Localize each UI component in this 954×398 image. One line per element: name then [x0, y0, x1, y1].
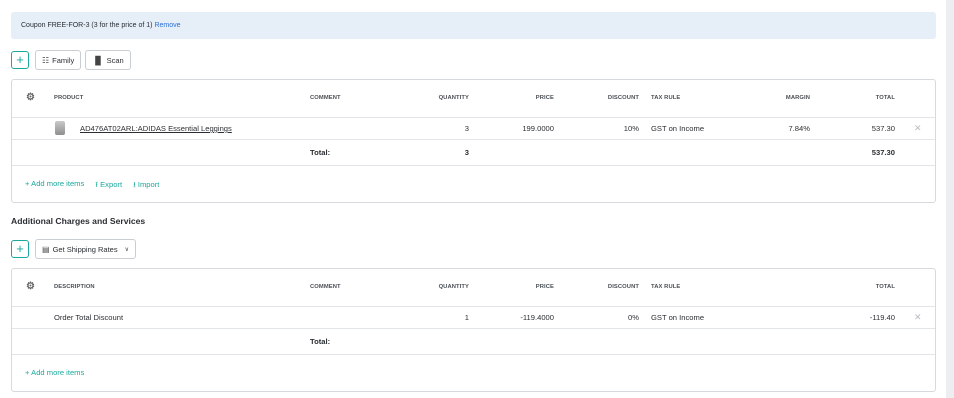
header-discount: DISCOUNT	[607, 284, 639, 290]
charges-footer: + Add more items	[25, 368, 84, 377]
family-button[interactable]: ☷ Family	[35, 50, 82, 70]
family-icon: ☷	[42, 55, 50, 65]
export-link[interactable]: ⭱ Export	[95, 179, 122, 192]
totals-total: 537.30	[871, 148, 895, 157]
row-discount[interactable]: 0%	[579, 313, 639, 322]
scrollbar[interactable]	[946, 0, 954, 398]
header-margin: MARGIN	[785, 95, 810, 101]
coupon-remove-link[interactable]: Remove	[154, 22, 180, 29]
scan-button[interactable]: ▐▌ Scan	[85, 50, 131, 70]
import-label: Import	[137, 180, 160, 189]
section-title: Additional Charges and Services	[11, 216, 146, 226]
header-tax-rule: TAX RULE	[651, 95, 681, 101]
header-description: DESCRIPTION	[54, 284, 95, 290]
items-toolbar: + ☷ Family ▐▌ Scan	[11, 50, 131, 70]
header-quantity: QUANTITY	[438, 95, 469, 101]
header-comment: COMMENT	[310, 284, 341, 290]
row-margin: 7.84%	[788, 124, 810, 133]
header-comment: COMMENT	[310, 95, 341, 101]
header-price: PRICE	[535, 95, 554, 101]
totals-label: Total:	[310, 148, 331, 157]
charges-table: ⚙ DESCRIPTION COMMENT QUANTITY PRICE DIS…	[11, 268, 936, 392]
row-price[interactable]: 199.0000	[494, 124, 554, 133]
add-more-charges-link[interactable]: + Add more items	[25, 368, 84, 377]
gear-icon[interactable]: ⚙	[26, 92, 35, 103]
close-icon[interactable]: ✕	[914, 123, 922, 134]
barcode-icon: ▐▌	[92, 55, 104, 65]
totals-quantity: 3	[464, 148, 469, 157]
row-discount[interactable]: 10%	[579, 124, 639, 133]
coupon-banner: Coupon FREE-FOR-3 (3 for the price of 1)…	[11, 12, 936, 39]
shipping-label: Get Shipping Rates	[52, 244, 118, 254]
scan-label: Scan	[106, 55, 124, 65]
import-icon: ⭳	[133, 180, 136, 189]
add-item-button[interactable]: +	[11, 51, 29, 69]
product-link[interactable]: AD476AT02ARL:ADIDAS Essential Leggings	[80, 124, 232, 133]
coupon-text: Coupon FREE-FOR-3 (3 for the price of 1)	[21, 22, 153, 29]
add-charge-button[interactable]: +	[11, 240, 29, 258]
totals-label: Total:	[310, 337, 331, 346]
row-quantity[interactable]: 1	[409, 313, 469, 322]
header-tax-rule: TAX RULE	[651, 284, 681, 290]
calendar-icon: ▤	[42, 244, 50, 254]
family-label: Family	[52, 55, 75, 65]
items-table: ⚙ PRODUCT COMMENT QUANTITY PRICE DISCOUN…	[11, 79, 936, 203]
row-tax-rule[interactable]: GST on Income	[651, 124, 704, 133]
header-quantity: QUANTITY	[438, 284, 469, 290]
row-quantity[interactable]: 3	[409, 124, 469, 133]
row-description[interactable]: Order Total Discount	[54, 313, 123, 322]
export-label: Export	[100, 180, 123, 189]
row-total: -119.40	[869, 313, 895, 322]
header-price: PRICE	[535, 284, 554, 290]
items-footer: + Add more items ⭱ Export ⭳ Import	[25, 179, 159, 192]
row-tax-rule[interactable]: GST on Income	[651, 313, 704, 322]
row-total: 537.30	[871, 124, 895, 133]
get-shipping-rates-button[interactable]: ▤ Get Shipping Rates ∨	[35, 239, 137, 259]
chevron-down-icon: ∨	[124, 246, 130, 253]
export-icon: ⭱	[95, 180, 98, 189]
import-link[interactable]: ⭳ Import	[133, 179, 159, 192]
add-more-items-link[interactable]: + Add more items	[25, 179, 84, 192]
close-icon[interactable]: ✕	[914, 312, 922, 323]
charges-toolbar: + ▤ Get Shipping Rates ∨	[11, 239, 137, 259]
header-product: PRODUCT	[54, 95, 84, 101]
header-total: TOTAL	[875, 95, 895, 101]
product-thumbnail	[55, 121, 65, 135]
gear-icon[interactable]: ⚙	[26, 281, 35, 292]
header-discount: DISCOUNT	[607, 95, 639, 101]
header-total: TOTAL	[875, 284, 895, 290]
row-price[interactable]: -119.4000	[494, 313, 554, 322]
